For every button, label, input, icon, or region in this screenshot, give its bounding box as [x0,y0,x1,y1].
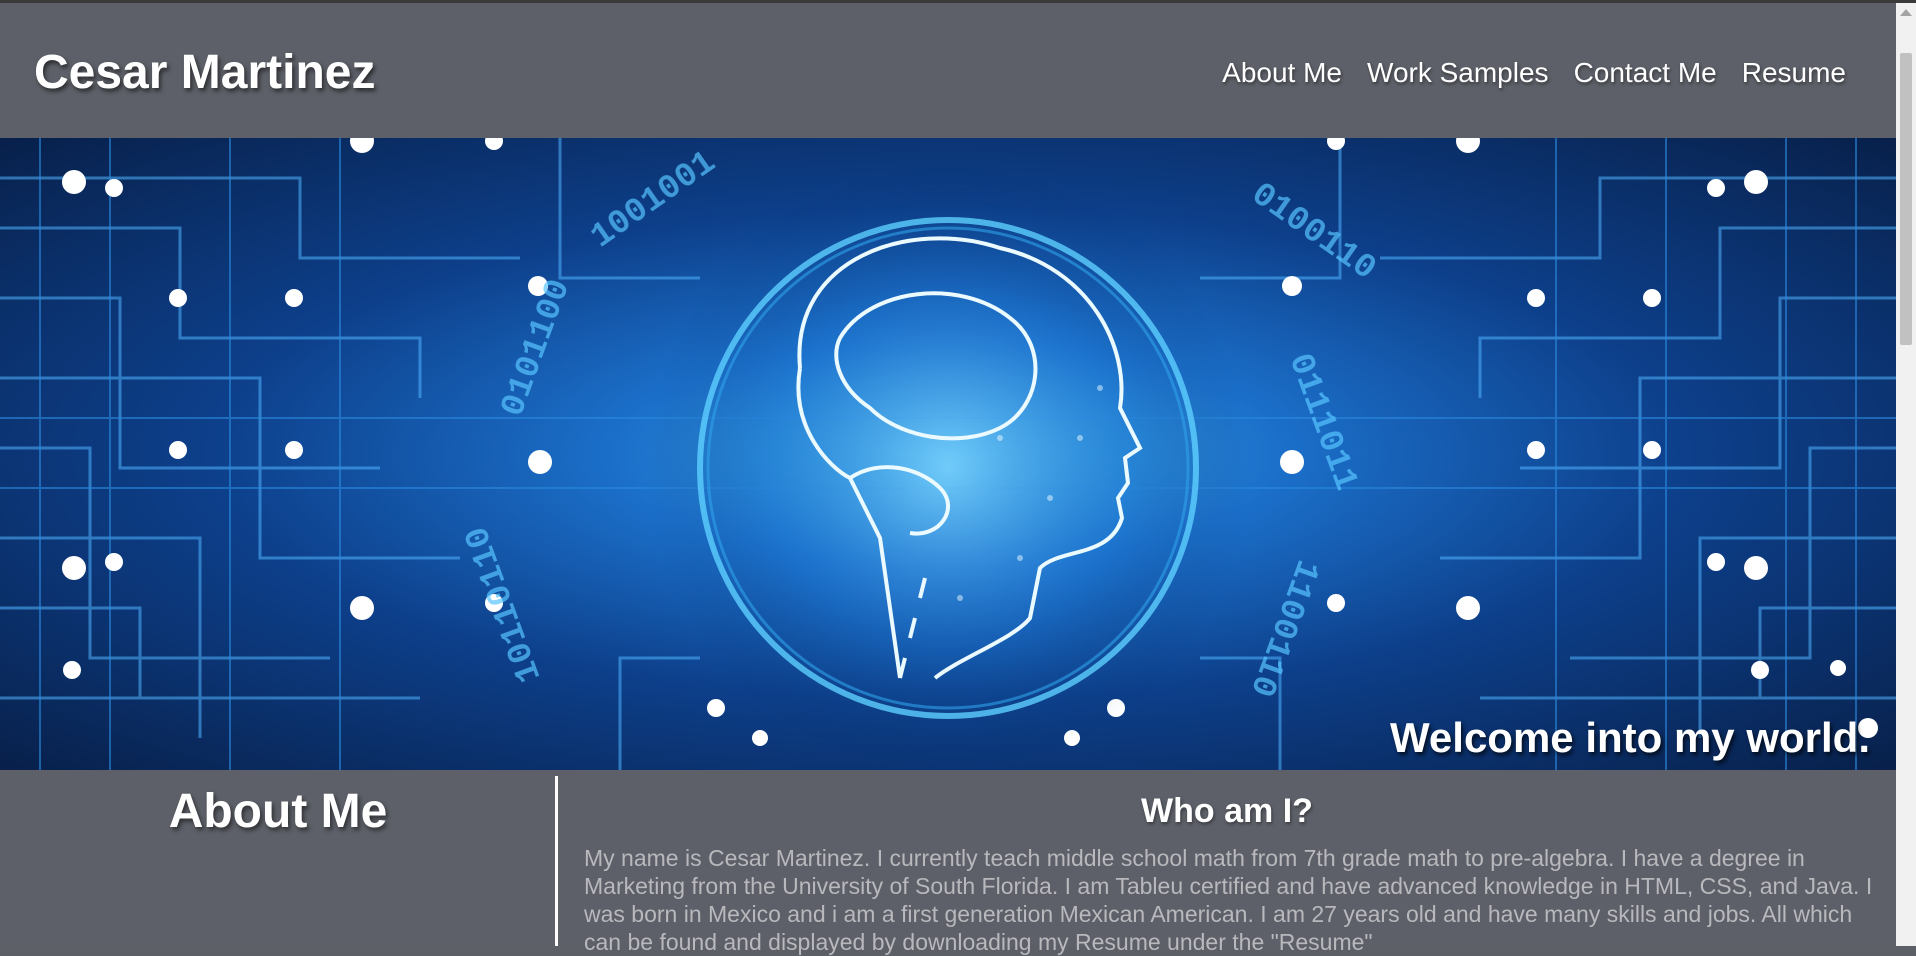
main-nav: About Me Work Samples Contact Me Resume [1222,57,1846,89]
who-panel: Who am I? My name is Cesar Martinez. I c… [558,770,1896,955]
hero-banner: 0100110 0111011 1100110 10110110 0101100… [0,138,1896,770]
nav-about-me[interactable]: About Me [1222,57,1342,89]
scroll-up-icon[interactable] [1900,9,1912,16]
site-title[interactable]: Cesar Martinez [34,45,375,100]
svg-text:1100110: 1100110 [1241,554,1326,701]
svg-text:0101100: 0101100 [495,275,580,422]
hero-caption: Welcome into my world. [1390,714,1870,761]
page-scrollbar[interactable] [1896,3,1916,946]
who-description: My name is Cesar Martinez. I currently t… [584,845,1873,955]
who-title: Who am I? [1141,792,1313,830]
svg-text:1001001: 1001001 [585,144,724,257]
svg-text:10110110: 10110110 [459,521,551,687]
about-title: About Me [168,785,388,838]
scroll-thumb[interactable] [1900,53,1912,345]
nav-resume[interactable]: Resume [1742,57,1846,89]
about-panel: About Me [0,770,556,946]
nav-work-samples[interactable]: Work Samples [1367,57,1549,89]
site-header: Cesar Martinez About Me Work Samples Con… [0,3,1896,138]
svg-text:0100110: 0100110 [1244,176,1383,289]
brain-circuit-image: 0100110 0111011 1100110 10110110 0101100… [0,138,1896,770]
nav-contact-me[interactable]: Contact Me [1574,57,1717,89]
